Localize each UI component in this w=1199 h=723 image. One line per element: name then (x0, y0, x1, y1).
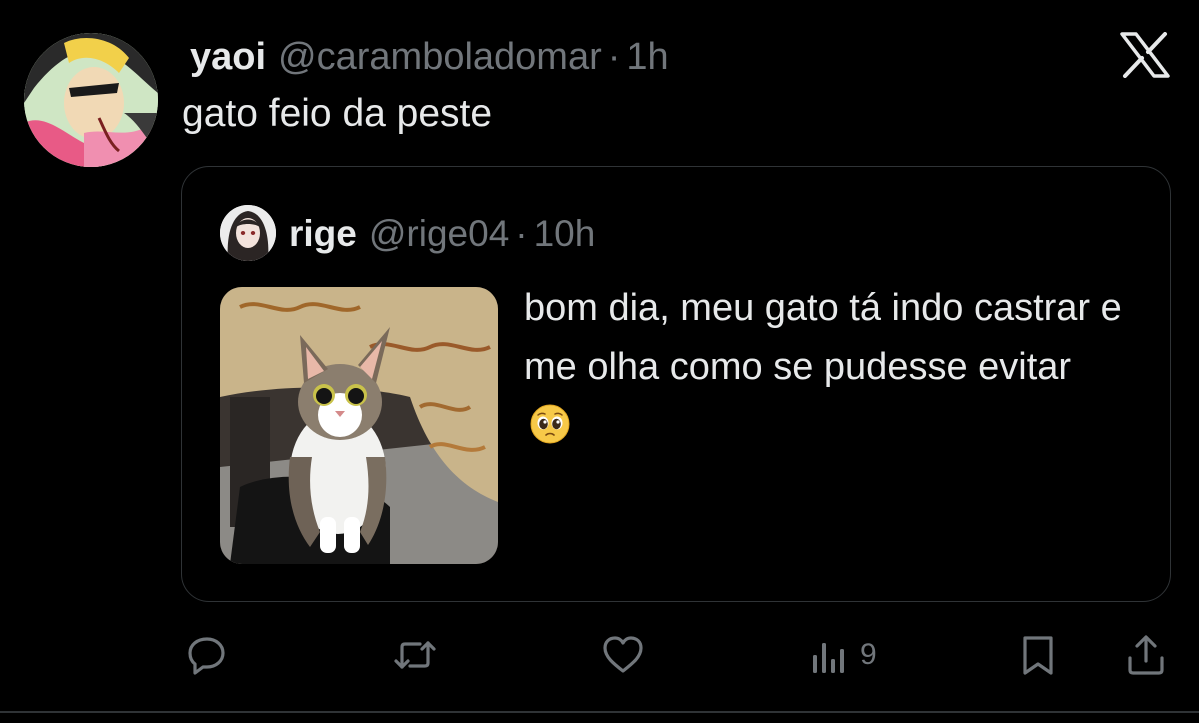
quoted-tweet-text-block: bom dia, meu gato tá indo castrar e me o… (524, 279, 1124, 456)
like-icon (600, 633, 646, 677)
author-display-name[interactable]: yaoi (190, 36, 266, 79)
quoted-tweet-timestamp[interactable]: 10h (534, 213, 596, 255)
views-count: 9 (860, 638, 877, 671)
tweet-header: yaoi @caramboladomar · 1h (190, 30, 669, 84)
quoted-header-separator: · (515, 213, 528, 254)
x-logo-icon (1120, 32, 1170, 78)
quoted-author-avatar[interactable] (220, 205, 276, 261)
reply-button[interactable] (185, 632, 229, 678)
header-separator: · (607, 35, 621, 78)
views-icon (808, 633, 848, 677)
quoted-tweet[interactable]: rige @rige04 · 10h bom dia, meu gato tá … (181, 166, 1171, 602)
reply-icon (185, 633, 229, 677)
quoted-tweet-cat-photo[interactable] (220, 287, 498, 564)
share-icon (1124, 633, 1168, 677)
author-avatar[interactable] (24, 33, 158, 167)
bookmark-icon (1018, 633, 1058, 677)
quoted-author-display-name[interactable]: rige (289, 213, 357, 255)
like-button[interactable] (600, 632, 646, 678)
views-button[interactable]: 9 (808, 632, 877, 678)
retweet-button[interactable] (392, 632, 438, 678)
quoted-author-handle[interactable]: @rige04 (369, 213, 509, 255)
share-button[interactable] (1124, 632, 1168, 678)
quoted-tweet-header: rige @rige04 · 10h (289, 209, 595, 259)
tweet-text: gato feio da peste (182, 92, 493, 135)
bottom-divider (0, 711, 1199, 713)
quoted-tweet-text: bom dia, meu gato tá indo castrar e me o… (524, 287, 1122, 388)
pleading-face-emoji-icon (530, 403, 570, 444)
bookmark-button[interactable] (1018, 632, 1058, 678)
tweet-timestamp[interactable]: 1h (626, 36, 668, 79)
retweet-icon (392, 633, 438, 677)
tweet[interactable]: yaoi @caramboladomar · 1h gato feio da p… (0, 0, 1199, 723)
tweet-action-bar: 9 (0, 620, 1199, 690)
author-handle[interactable]: @caramboladomar (278, 36, 602, 79)
